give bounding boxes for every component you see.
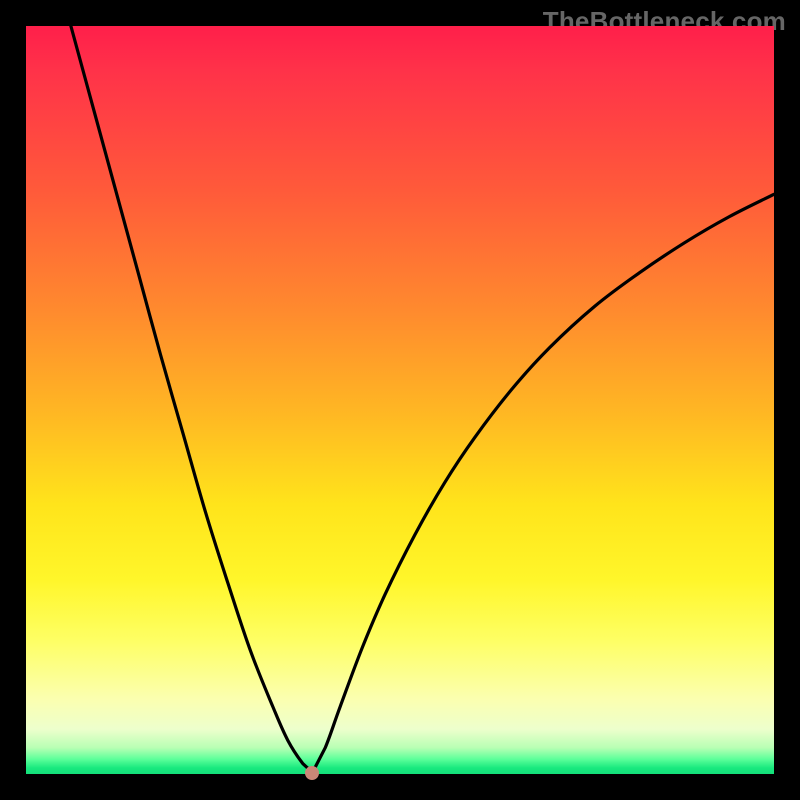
plot-area: [26, 26, 774, 774]
cusp-marker: [305, 766, 319, 780]
chart-frame: TheBottleneck.com: [0, 0, 800, 800]
curve-path: [71, 26, 774, 773]
bottleneck-curve: [26, 26, 774, 774]
